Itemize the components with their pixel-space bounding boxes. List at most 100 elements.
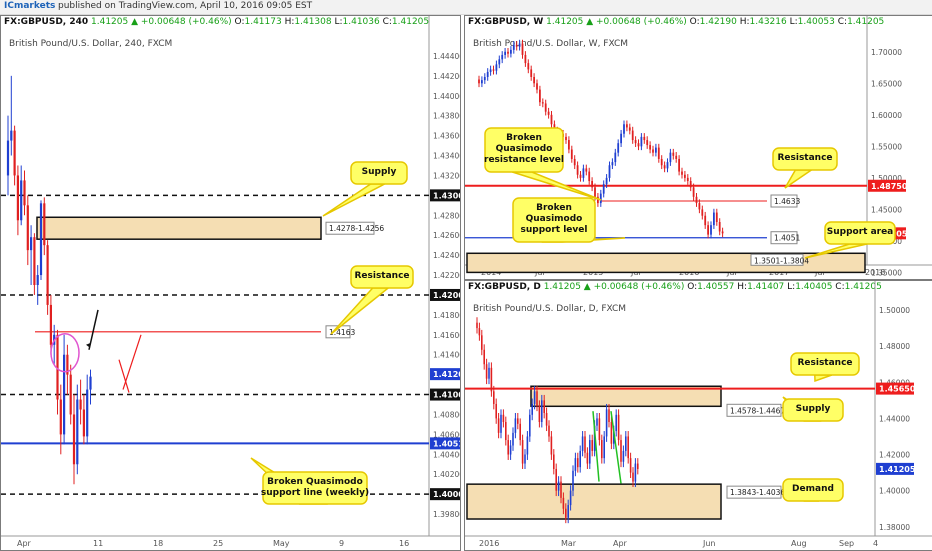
candle-body [536, 391, 538, 406]
candle-body [502, 414, 505, 423]
callout-broken-qm-text: Broken Quasimodo [267, 477, 363, 487]
candle-body [49, 304, 52, 345]
candle-body [579, 174, 582, 178]
p1-y-tick: 1.55000 [871, 142, 902, 151]
candle-body [608, 409, 610, 423]
candle-body [490, 367, 493, 392]
candle-body [543, 400, 545, 413]
brand-name[interactable]: ICmarkets [4, 1, 55, 11]
chart-weekly-panel[interactable]: FX:GBPUSD, W 1.41205 ▲ +0.00648 (+0.46%)… [464, 15, 932, 280]
p0-y-tick: 1.41800 [433, 311, 460, 320]
candle-body [43, 203, 46, 246]
candle-body [610, 422, 613, 444]
p0-y-tick: 1.41400 [433, 351, 460, 360]
candle-body [76, 399, 79, 465]
callout-qm-resistance-text: Broken [506, 133, 542, 143]
candle-body [79, 399, 82, 410]
demand-label: 1.3843-1.4036 [730, 488, 785, 497]
candle-body [82, 409, 85, 437]
candle-body [26, 205, 29, 251]
candle-body [718, 222, 721, 232]
zone-label: 1.4278-1.4256 [329, 224, 384, 233]
candle-body [72, 414, 76, 465]
candle-body [485, 364, 488, 379]
x-tick: 11 [93, 539, 103, 548]
candle-body [527, 63, 530, 70]
candle-body [585, 168, 588, 172]
callout-supply-pointer [322, 183, 385, 217]
chart-240-svg[interactable]: British Pound/U.S. Dollar, 240, FXCM 1.44… [1, 16, 460, 550]
candle-body [646, 140, 649, 146]
candle-body [704, 215, 707, 226]
candle-body [649, 145, 651, 150]
candle-body [652, 149, 654, 153]
chart-title: British Pound/U.S. Dollar, D, FXCM [473, 304, 626, 314]
candle-body [497, 418, 500, 433]
candle-body [560, 481, 562, 498]
candle-body [570, 149, 573, 159]
candle-body [605, 177, 608, 185]
current-price-tag: 1.41205 [433, 370, 460, 379]
candle-body [710, 225, 712, 235]
x-tick: 18 [153, 539, 163, 548]
callout-resistance-pointer [814, 374, 833, 383]
candle-body [478, 79, 480, 84]
candle-body [555, 468, 557, 491]
candle-body [713, 212, 715, 226]
candle-body [721, 231, 724, 234]
candle-body [637, 463, 639, 469]
candle-body [572, 470, 574, 491]
chart-daily-svg[interactable]: British Pound/U.S. Dollar, D, FXCM 1.5000… [465, 281, 932, 550]
candle-body [550, 436, 553, 455]
candle-body [547, 111, 550, 115]
p2-y-tick: 1.42000 [879, 451, 910, 460]
candle-body [483, 349, 485, 365]
publisher-bar: ICmarkets published on TradingView.com, … [0, 0, 932, 15]
p0-y-tick: 1.43400 [433, 152, 460, 161]
x-tick: 9 [339, 539, 344, 548]
candle-body [675, 155, 678, 159]
x-tick: 2018 [865, 268, 885, 277]
candle-body [562, 497, 565, 509]
candle-body [483, 76, 486, 81]
candle-body [63, 354, 66, 435]
candle-body [681, 171, 683, 175]
candle-body [663, 165, 666, 169]
candle-body [660, 158, 663, 166]
candle-body [492, 69, 495, 71]
candle-body [533, 76, 535, 84]
candle-body [46, 245, 49, 305]
resistance-price-tag: 1.48750 [871, 182, 908, 191]
candle-body [620, 440, 622, 462]
chart-daily-panel[interactable]: FX:GBPUSD, D 1.41205 ▲ +0.00648 (+0.46%)… [464, 280, 932, 551]
demand-zone [466, 483, 722, 520]
candle-body [519, 423, 521, 441]
callout-qm-support-text: Broken [536, 203, 572, 213]
callout-supply-text: Supply [362, 167, 397, 177]
candle-body [632, 472, 634, 482]
candle-body [493, 391, 495, 404]
chart-weekly-svg[interactable]: British Pound/U.S. Dollar, W, FXCM 1.7000… [465, 16, 932, 279]
callout-resistance-text: Resistance [354, 271, 409, 281]
p0-y-tick: 1.43800 [433, 112, 460, 121]
p2-y-tick: 1.44000 [879, 414, 910, 423]
candle-body [611, 162, 614, 166]
candle-body [23, 180, 26, 206]
candle-body [620, 133, 622, 144]
callout-qm-resistance-text: Quasimodo [496, 144, 553, 154]
p1-y-tick: 1.65000 [871, 79, 902, 88]
candle-body [689, 181, 692, 188]
p0-y-tick: 1.39800 [433, 510, 460, 519]
candle-body [526, 436, 529, 455]
qm-label: 1.4633 [774, 197, 800, 206]
candle-body [515, 44, 518, 47]
supply-zone [36, 216, 322, 240]
callout-resistance-text: Resistance [777, 153, 832, 163]
candle-body [629, 458, 632, 473]
callout-resistance-pointer [330, 287, 391, 335]
candle-body [507, 440, 509, 455]
candle-body [588, 171, 591, 182]
candle-body [684, 174, 686, 178]
chart-240-panel[interactable]: FX:GBPUSD, 240 1.41205 ▲ +0.00648 (+0.46… [0, 15, 461, 551]
candle-body [614, 152, 617, 163]
